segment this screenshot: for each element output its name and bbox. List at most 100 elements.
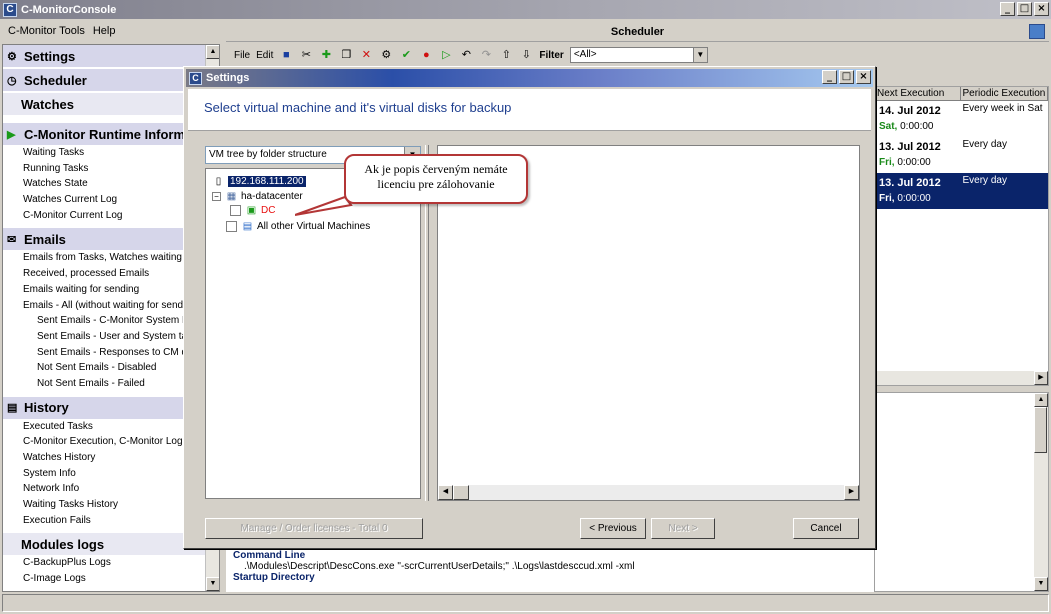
move-up-icon[interactable]: ⇧ — [499, 48, 513, 62]
menu-help[interactable]: Help — [93, 25, 116, 37]
scroll-thumb[interactable] — [1034, 407, 1047, 453]
disks-horizontal-scrollbar[interactable]: ◀ ▶ — [438, 485, 859, 500]
next-execution-cell: 13. Jul 2012 Fri, 0:00:00 — [875, 173, 961, 209]
scroll-up-icon[interactable]: ▲ — [206, 45, 219, 59]
undo-icon[interactable]: ↶ — [459, 48, 473, 62]
logo-icon — [1029, 24, 1045, 39]
scroll-right-icon[interactable]: ▶ — [1034, 371, 1048, 385]
clock-icon: ◷ — [7, 74, 17, 87]
dialog-maximize-button[interactable]: □ — [839, 70, 854, 84]
scheduler-header: Scheduler — [226, 22, 1049, 42]
check-icon[interactable]: ✔ — [399, 48, 413, 62]
execution-time-line: Fri, 0:00:00 — [877, 191, 959, 206]
details-scrollbar[interactable]: ▲ ▼ — [1034, 393, 1048, 591]
callout-line-2: licenciu pre zálohovanie — [377, 177, 495, 191]
command-line-value: .\Modules\Descript\DescCons.exe "-scrCur… — [244, 561, 635, 572]
close-button[interactable]: × — [1034, 2, 1049, 16]
datacenter-icon: ▦ — [226, 190, 237, 202]
execution-day: Fri, — [879, 157, 895, 168]
save-icon[interactable]: ■ — [279, 48, 293, 62]
cut-icon[interactable]: ✂ — [299, 48, 313, 62]
section-title: Scheduler — [24, 72, 87, 88]
table-row[interactable]: 13. Jul 2012 Fri, 0:00:00 Every day — [875, 173, 1048, 209]
scroll-down-icon[interactable]: ▼ — [1034, 577, 1048, 591]
column-next-execution[interactable]: Next Execution — [875, 87, 961, 100]
column-periodic-execution[interactable]: Periodic Execution — [961, 87, 1048, 100]
scheduler-grid: Next Execution Periodic Execution 14. Ju… — [874, 86, 1049, 386]
move-down-icon[interactable]: ⇩ — [519, 48, 533, 62]
filter-label: Filter — [539, 49, 564, 61]
vm-dc-label: DC — [261, 204, 276, 216]
previous-button[interactable]: < Previous — [580, 518, 646, 539]
section-header[interactable]: ⚙ Settings — [3, 45, 219, 67]
settings-dialog: C Settings _ □ × Select virtual machine … — [183, 66, 876, 549]
sidebar-item[interactable]: C-Image Logs — [3, 571, 219, 587]
periodic-execution-cell: Every day — [962, 175, 1007, 186]
dialog-close-button[interactable]: × — [856, 70, 871, 84]
collapse-icon[interactable]: − — [212, 191, 221, 201]
section-title: Modules logs — [21, 536, 105, 552]
filter-select[interactable]: <All> ▼ — [569, 47, 708, 63]
grid-header: Next Execution Periodic Execution — [875, 87, 1048, 101]
toolbar-edit[interactable]: Edit — [256, 50, 273, 61]
run-icon[interactable]: ▷ — [439, 48, 453, 62]
periodic-execution-cell: Every day — [962, 139, 1007, 150]
gear-icon[interactable]: ⚙ — [379, 48, 393, 62]
scroll-left-icon[interactable]: ◀ — [438, 485, 453, 500]
next-button[interactable]: Next > — [651, 518, 715, 539]
scheduler-title: Scheduler — [610, 26, 665, 38]
table-row[interactable]: 13. Jul 2012 Fri, 0:00:00 Every day — [875, 137, 1048, 173]
add-icon[interactable]: ✚ — [319, 48, 333, 62]
datacenter-label: ha-datacenter — [241, 190, 303, 202]
redo-icon[interactable]: ↷ — [479, 48, 493, 62]
manage-licenses-button[interactable]: Manage / Order licenses - Total 0 — [205, 518, 423, 539]
execution-date: 14. Jul 2012 — [879, 105, 941, 117]
delete-icon[interactable]: ✕ — [359, 48, 373, 62]
chevron-down-icon[interactable]: ▼ — [692, 48, 707, 62]
toolbar-file[interactable]: File — [234, 50, 250, 61]
host-label: 192.168.111.200 — [228, 175, 306, 187]
grid-horizontal-scrollbar[interactable]: ▶ — [875, 371, 1048, 385]
vm-tree: ▯ 192.168.111.200 − ▦ ha-datacenter ▣ DC… — [205, 168, 421, 499]
tree-node-host[interactable]: ▯ 192.168.111.200 — [212, 174, 306, 188]
tree-node-datacenter[interactable]: − ▦ ha-datacenter — [212, 189, 303, 203]
periodic-execution-cell: Every week in Sat — [962, 103, 1043, 114]
execution-time-line: Fri, 0:00:00 — [877, 155, 959, 170]
app-icon: C — [189, 71, 202, 85]
other-vms-checkbox[interactable] — [226, 220, 237, 232]
table-row[interactable]: 14. Jul 2012 Sat, 0:00:00 Every week in Sa… — [875, 101, 1048, 137]
virtual-machine-icon: ▣ — [246, 204, 257, 216]
dialog-minimize-button[interactable]: _ — [822, 70, 837, 84]
command-info: Command Line .\Modules\Descript\DescCons… — [226, 548, 874, 592]
tree-node-other-vms[interactable]: ▤ All other Virtual Machines — [226, 219, 370, 233]
tree-node-vm-dc[interactable]: ▣ DC — [230, 203, 275, 217]
next-execution-cell: 14. Jul 2012 Sat, 0:00:00 — [875, 101, 961, 137]
maximize-button[interactable]: □ — [1017, 2, 1032, 16]
section-title: Settings — [24, 48, 76, 64]
copy-icon[interactable]: ❐ — [339, 48, 353, 62]
execution-date: 13. Jul 2012 — [879, 141, 941, 153]
section-title: Emails — [24, 231, 66, 247]
document-icon: ▤ — [7, 402, 18, 415]
section-title: Watches — [21, 96, 74, 112]
dialog-heading: Select virtual machine and it's virtual … — [204, 100, 512, 115]
scroll-down-icon[interactable]: ▼ — [206, 577, 219, 591]
dialog-banner: Select virtual machine and it's virtual … — [188, 89, 871, 131]
annotation-callout: Ak je popis červeným nemáte licenciu pre… — [344, 154, 528, 204]
server-icon: ▯ — [215, 175, 222, 187]
minimize-button[interactable]: _ — [1000, 2, 1015, 16]
dialog-title-bar[interactable]: C Settings _ □ × — [186, 69, 873, 87]
folder-vm-icon: ▤ — [242, 220, 253, 232]
command-line-label: Command Line — [233, 550, 306, 561]
scroll-right-icon[interactable]: ▶ — [844, 485, 859, 500]
menu-bar: C-Monitor Tools Help — [0, 20, 222, 42]
scroll-thumb[interactable] — [453, 485, 469, 500]
cancel-button[interactable]: Cancel — [793, 518, 859, 539]
menu-cmonitor-tools[interactable]: C-Monitor Tools — [8, 25, 85, 37]
sidebar-item[interactable]: C-BackupPlus Logs — [3, 555, 219, 571]
vm-dc-checkbox[interactable] — [230, 204, 241, 216]
dialog-title: Settings — [206, 72, 250, 84]
other-vms-label: All other Virtual Machines — [257, 220, 371, 232]
scroll-up-icon[interactable]: ▲ — [1034, 393, 1048, 407]
stop-icon[interactable]: ● — [419, 48, 433, 62]
